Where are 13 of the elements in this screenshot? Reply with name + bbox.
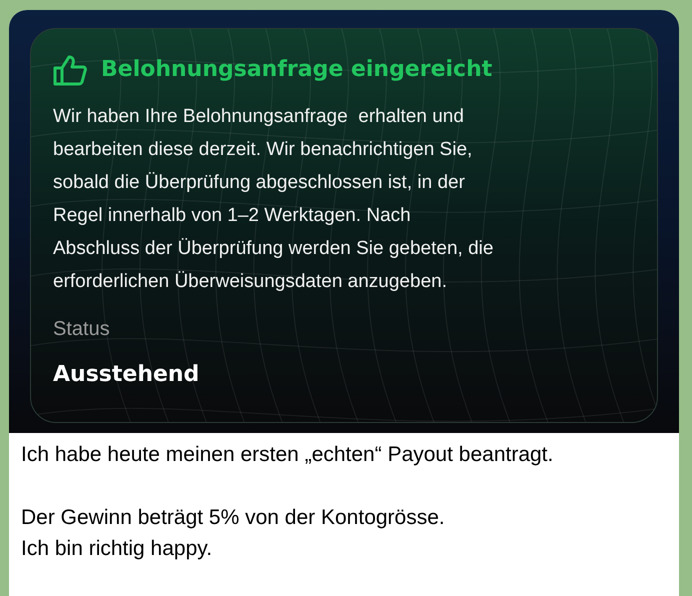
status-value: Ausstehend [53, 361, 200, 389]
card-text-line: Wir haben Ihre Belohnungsanfrage erhalten und [53, 105, 465, 129]
thumbs-up-icon [53, 54, 87, 86]
card-text-line: Regel innerhalb von 1–2 Werktagen. Nach [53, 204, 412, 228]
message-text: Der Gewinn beträgt 5% von der Kontogrösse. [21, 505, 446, 531]
card-title: Belohnungsanfrage eingereicht [101, 56, 492, 84]
card-text-line: bearbeiten diese derzeit. Wir benachrichtigen Sie, [53, 138, 474, 162]
card-text-line: sobald die Überprüfung abgeschlossen ist, in der [53, 171, 466, 195]
message-text: Ich habe heute meinen ersten „echten“ Payout beantragt. [21, 442, 554, 468]
status-label: Status [53, 317, 111, 342]
message-text: Ich bin richtig happy. [21, 536, 214, 562]
card-text-line: Abschluss der Überprüfung werden Sie gebeten, die [53, 237, 494, 261]
card-text-line: erforderlichen Überweisungsdaten anzugeben. [53, 270, 448, 294]
